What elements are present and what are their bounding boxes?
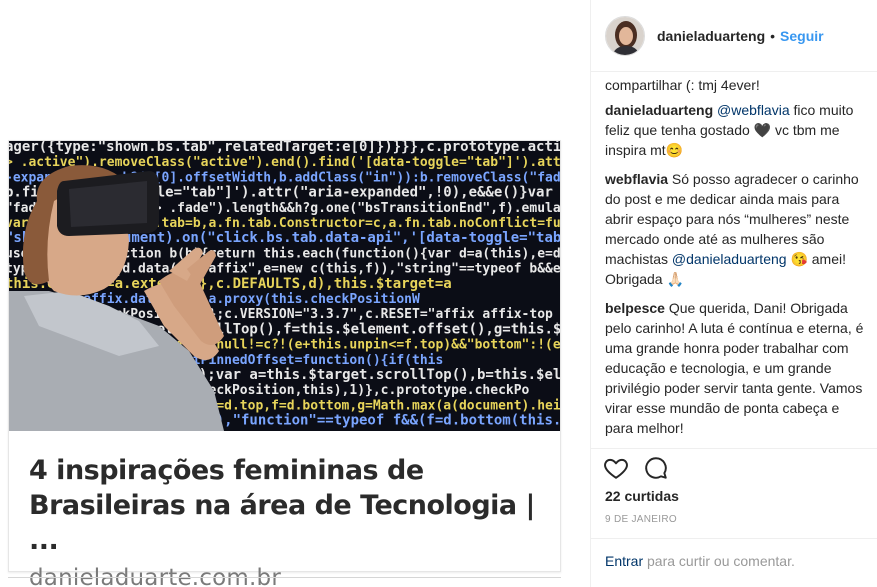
card-image: ager({type:"shown.bs.tab",relatedTarget:… [9, 141, 560, 431]
comment-username[interactable]: webflavia [605, 171, 668, 187]
post-header: danieladuarteng • Seguir [591, 0, 877, 72]
comment-text: compartilhar (: tmj 4ever! [605, 77, 760, 93]
card-title[interactable]: 4 inspirações femininas de Brasileiras n… [29, 453, 544, 558]
comment-mention[interactable]: @danieladuarteng [672, 251, 787, 267]
card-bottom-divider [8, 577, 561, 578]
card-domain[interactable]: danieladuarte.com.br [29, 565, 544, 587]
login-link[interactable]: Entrar [605, 553, 643, 569]
comment-username[interactable]: danieladuarteng [605, 102, 713, 118]
speech-bubble-icon[interactable] [643, 455, 669, 481]
follow-button[interactable]: Seguir [780, 28, 824, 44]
post-date[interactable]: 9 DE JANEIRO [605, 514, 677, 525]
comment-item: danieladuarteng @webflavia fico muito fe… [605, 100, 871, 160]
comment-mention[interactable]: @webflavia [717, 102, 790, 118]
post-media-area: ager({type:"shown.bs.tab",relatedTarget:… [0, 0, 590, 587]
comment-text: Que querida, Dani! Obrigada pelo carinho… [605, 300, 864, 436]
code-background-image: ager({type:"shown.bs.tab",relatedTarget:… [9, 141, 560, 431]
comment-item: compartilhar (: tmj 4ever! [605, 75, 871, 95]
link-preview-card[interactable]: ager({type:"shown.bs.tab",relatedTarget:… [8, 140, 561, 587]
code-line: ager({type:"shown.bs.tab",relatedTarget:… [9, 141, 560, 155]
login-prompt-text: para curtir ou comentar. [643, 553, 795, 569]
post-side-panel: danieladuarteng • Seguir compartilhar (:… [590, 0, 877, 587]
actions-divider [591, 448, 877, 449]
card-text: 4 inspirações femininas de Brasileiras n… [29, 453, 544, 587]
comment-item: webflavia Só posso agradecer o carinho d… [605, 169, 871, 289]
avatar[interactable] [605, 15, 645, 56]
comment-item: belpesce Que querida, Dani! Obrigada pel… [605, 298, 871, 438]
header-username[interactable]: danieladuarteng [657, 28, 765, 44]
comment-username[interactable]: belpesce [605, 300, 665, 316]
comments-list: compartilhar (: tmj 4ever! danieladuarten… [605, 74, 871, 446]
avatar-image [606, 16, 644, 55]
header-separator: • [770, 27, 776, 44]
post-actions [603, 455, 669, 481]
login-prompt: Entrar para curtir ou comentar. [591, 538, 877, 587]
likes-count[interactable]: 22 curtidas [605, 488, 679, 504]
heart-icon[interactable] [603, 455, 629, 481]
